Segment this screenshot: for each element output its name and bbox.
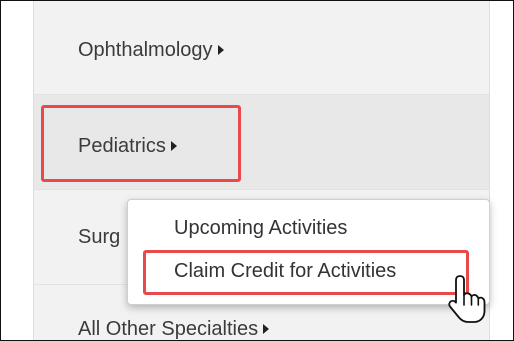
menu-item-other-text: All Other Specialties	[78, 318, 270, 340]
menu-item-ophthalmology-text: Ophthalmology	[78, 39, 224, 62]
hand-pointer-cursor-icon	[448, 275, 486, 323]
menu-item-label: Ophthalmology	[78, 39, 213, 61]
screenshot-frame: Ophthalmology Pediatrics Surg All Other …	[0, 0, 514, 341]
claim-credit-highlight-box	[143, 250, 469, 295]
menu-item-ophthalmology[interactable]: Ophthalmology	[34, 1, 489, 95]
caret-right-icon	[263, 324, 270, 334]
menu-item-label: All Other Specialties	[78, 318, 259, 340]
submenu-item-upcoming-activities[interactable]: Upcoming Activities	[174, 217, 347, 240]
caret-right-icon	[217, 45, 224, 55]
menu-item-label: Surg	[78, 226, 121, 248]
pediatrics-highlight-box	[41, 105, 241, 182]
